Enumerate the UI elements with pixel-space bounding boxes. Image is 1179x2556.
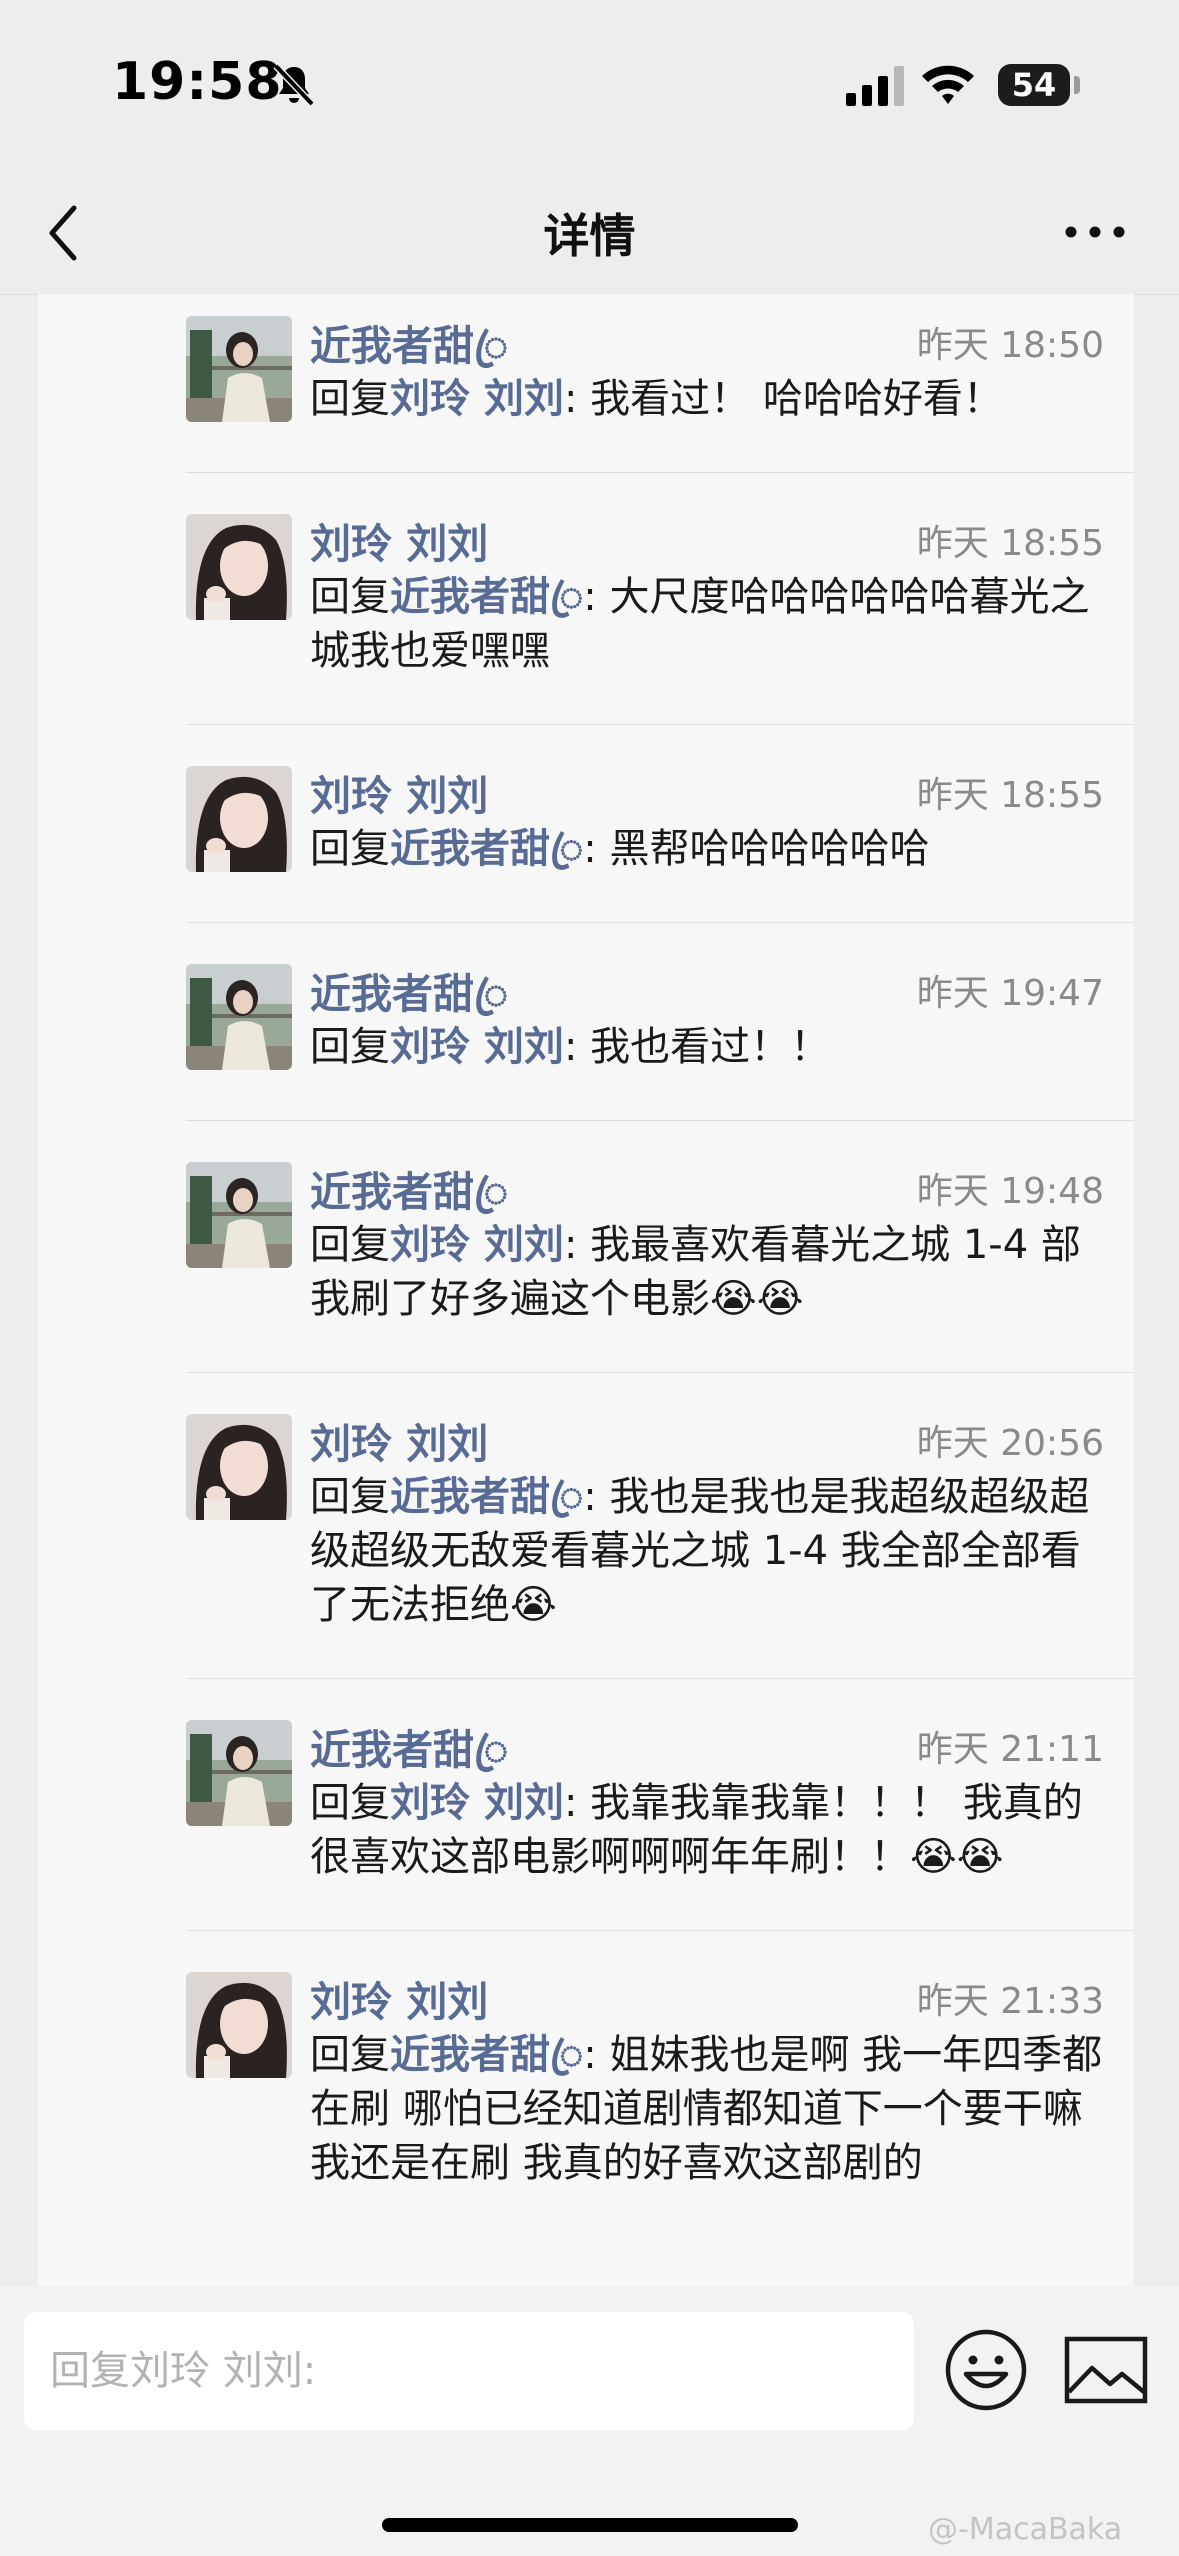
- avatar-jin-wo-zhe-tian[interactable]: [186, 964, 292, 1070]
- avatar-liu-ling[interactable]: [186, 766, 292, 872]
- reply-time: 昨天 21:11: [916, 1729, 1104, 1770]
- reply-prefix: 回复: [310, 1780, 390, 1826]
- reply-content: 回复刘玲 刘刘: 我靠我靠我靠！！！ 我真的很喜欢这部电影啊啊啊年年刷！！😭😭: [310, 1776, 1118, 1884]
- avatar-liu-ling[interactable]: [186, 1414, 292, 1520]
- reply-input[interactable]: 回复刘玲 刘刘:: [24, 2312, 914, 2430]
- nav-bar: 详情: [0, 170, 1179, 295]
- reply-prefix: 回复: [310, 2032, 390, 2078]
- reply-prefix: 回复: [310, 1024, 390, 1070]
- reply-content: 回复刘玲 刘刘: 我看过！ 哈哈哈好看！: [310, 372, 1118, 426]
- reply-prefix: 回复: [310, 826, 390, 872]
- reply-content: 回复近我者甜ꦿ: 我也是我也是我超级超级超级超级无敌爱看暮光之城 1-4 我全部…: [310, 1470, 1118, 1632]
- reply-prefix: 回复: [310, 376, 390, 422]
- battery-indicator: 54: [998, 64, 1070, 106]
- reply-to-user[interactable]: 刘玲 刘刘: [390, 1222, 564, 1268]
- more-icon[interactable]: [1060, 210, 1130, 254]
- status-time: 19:58: [112, 52, 283, 112]
- bell-off-icon: [273, 63, 315, 107]
- reply-content: 回复近我者甜ꦿ: 黑帮哈哈哈哈哈哈: [310, 822, 1118, 876]
- emoji-icon[interactable]: [944, 2328, 1028, 2412]
- home-indicator: [382, 2518, 798, 2532]
- reply-time: 昨天 18:55: [916, 775, 1104, 816]
- reply-time: 昨天 18:50: [916, 325, 1104, 366]
- divider: [186, 1120, 1134, 1121]
- avatar-jin-wo-zhe-tian[interactable]: [186, 316, 292, 422]
- reply-message: : 我也看过！！: [563, 1024, 831, 1070]
- divider: [186, 1678, 1134, 1679]
- reply-content: 回复近我者甜ꦿ: 姐妹我也是啊 我一年四季都在刷 哪怕已经知道剧情都知道下一个要…: [310, 2028, 1118, 2190]
- wifi-icon: [922, 65, 974, 104]
- divider: [186, 472, 1134, 473]
- divider: [186, 922, 1134, 923]
- watermark: @-MacaBaka: [928, 2512, 1123, 2547]
- reply-time: 昨天 19:47: [916, 973, 1104, 1014]
- reply-prefix: 回复: [310, 574, 390, 620]
- reply-prefix: 回复: [310, 1474, 390, 1520]
- reply-message: : 我看过！ 哈哈哈好看！: [563, 376, 1003, 422]
- reply-to-user[interactable]: 刘玲 刘刘: [390, 1780, 564, 1826]
- reply-time: 昨天 21:33: [916, 1981, 1104, 2022]
- divider: [186, 1372, 1134, 1373]
- reply-to-user[interactable]: 近我者甜ꦿ: [390, 826, 583, 872]
- reply-to-user[interactable]: 刘玲 刘刘: [390, 1024, 564, 1070]
- reply-to-user[interactable]: 近我者甜ꦿ: [390, 574, 583, 620]
- reply-to-user[interactable]: 近我者甜ꦿ: [390, 1474, 583, 1520]
- reply-author[interactable]: 刘玲 刘刘: [310, 510, 488, 570]
- avatar-liu-ling[interactable]: [186, 1972, 292, 2078]
- status-bar: 19:58 54: [0, 0, 1179, 170]
- reply-content: 回复刘玲 刘刘: 我最喜欢看暮光之城 1-4 部 我刷了好多遍这个电影😭😭: [310, 1218, 1118, 1326]
- reply-author[interactable]: 刘玲 刘刘: [310, 1968, 488, 2028]
- page-title: 详情: [543, 209, 636, 263]
- divider: [186, 724, 1134, 725]
- reply-author[interactable]: 刘玲 刘刘: [310, 762, 488, 822]
- avatar-jin-wo-zhe-tian[interactable]: [186, 1720, 292, 1826]
- reply-list: 近我者甜ꦿ 昨天 18:50 回复刘玲 刘刘: 我看过！ 哈哈哈好看！ 刘玲 刘…: [38, 294, 1134, 2286]
- reply-author[interactable]: 刘玲 刘刘: [310, 1410, 488, 1470]
- battery-tip: [1074, 76, 1080, 94]
- divider: [186, 1930, 1134, 1931]
- signal-icon: [846, 66, 904, 106]
- reply-to-user[interactable]: 刘玲 刘刘: [390, 376, 564, 422]
- reply-message: : 黑帮哈哈哈哈哈哈: [583, 826, 930, 872]
- avatar-jin-wo-zhe-tian[interactable]: [186, 1162, 292, 1268]
- image-icon[interactable]: [1064, 2336, 1148, 2404]
- reply-content: 回复近我者甜ꦿ: 大尺度哈哈哈哈哈哈暮光之城我也爱嘿嘿: [310, 570, 1118, 678]
- avatar-liu-ling[interactable]: [186, 514, 292, 620]
- reply-content: 回复刘玲 刘刘: 我也看过！！: [310, 1020, 1118, 1074]
- reply-time: 昨天 19:48: [916, 1171, 1104, 1212]
- reply-prefix: 回复: [310, 1222, 390, 1268]
- reply-time: 昨天 20:56: [916, 1423, 1104, 1464]
- reply-time: 昨天 18:55: [916, 523, 1104, 564]
- reply-to-user[interactable]: 近我者甜ꦿ: [390, 2032, 583, 2078]
